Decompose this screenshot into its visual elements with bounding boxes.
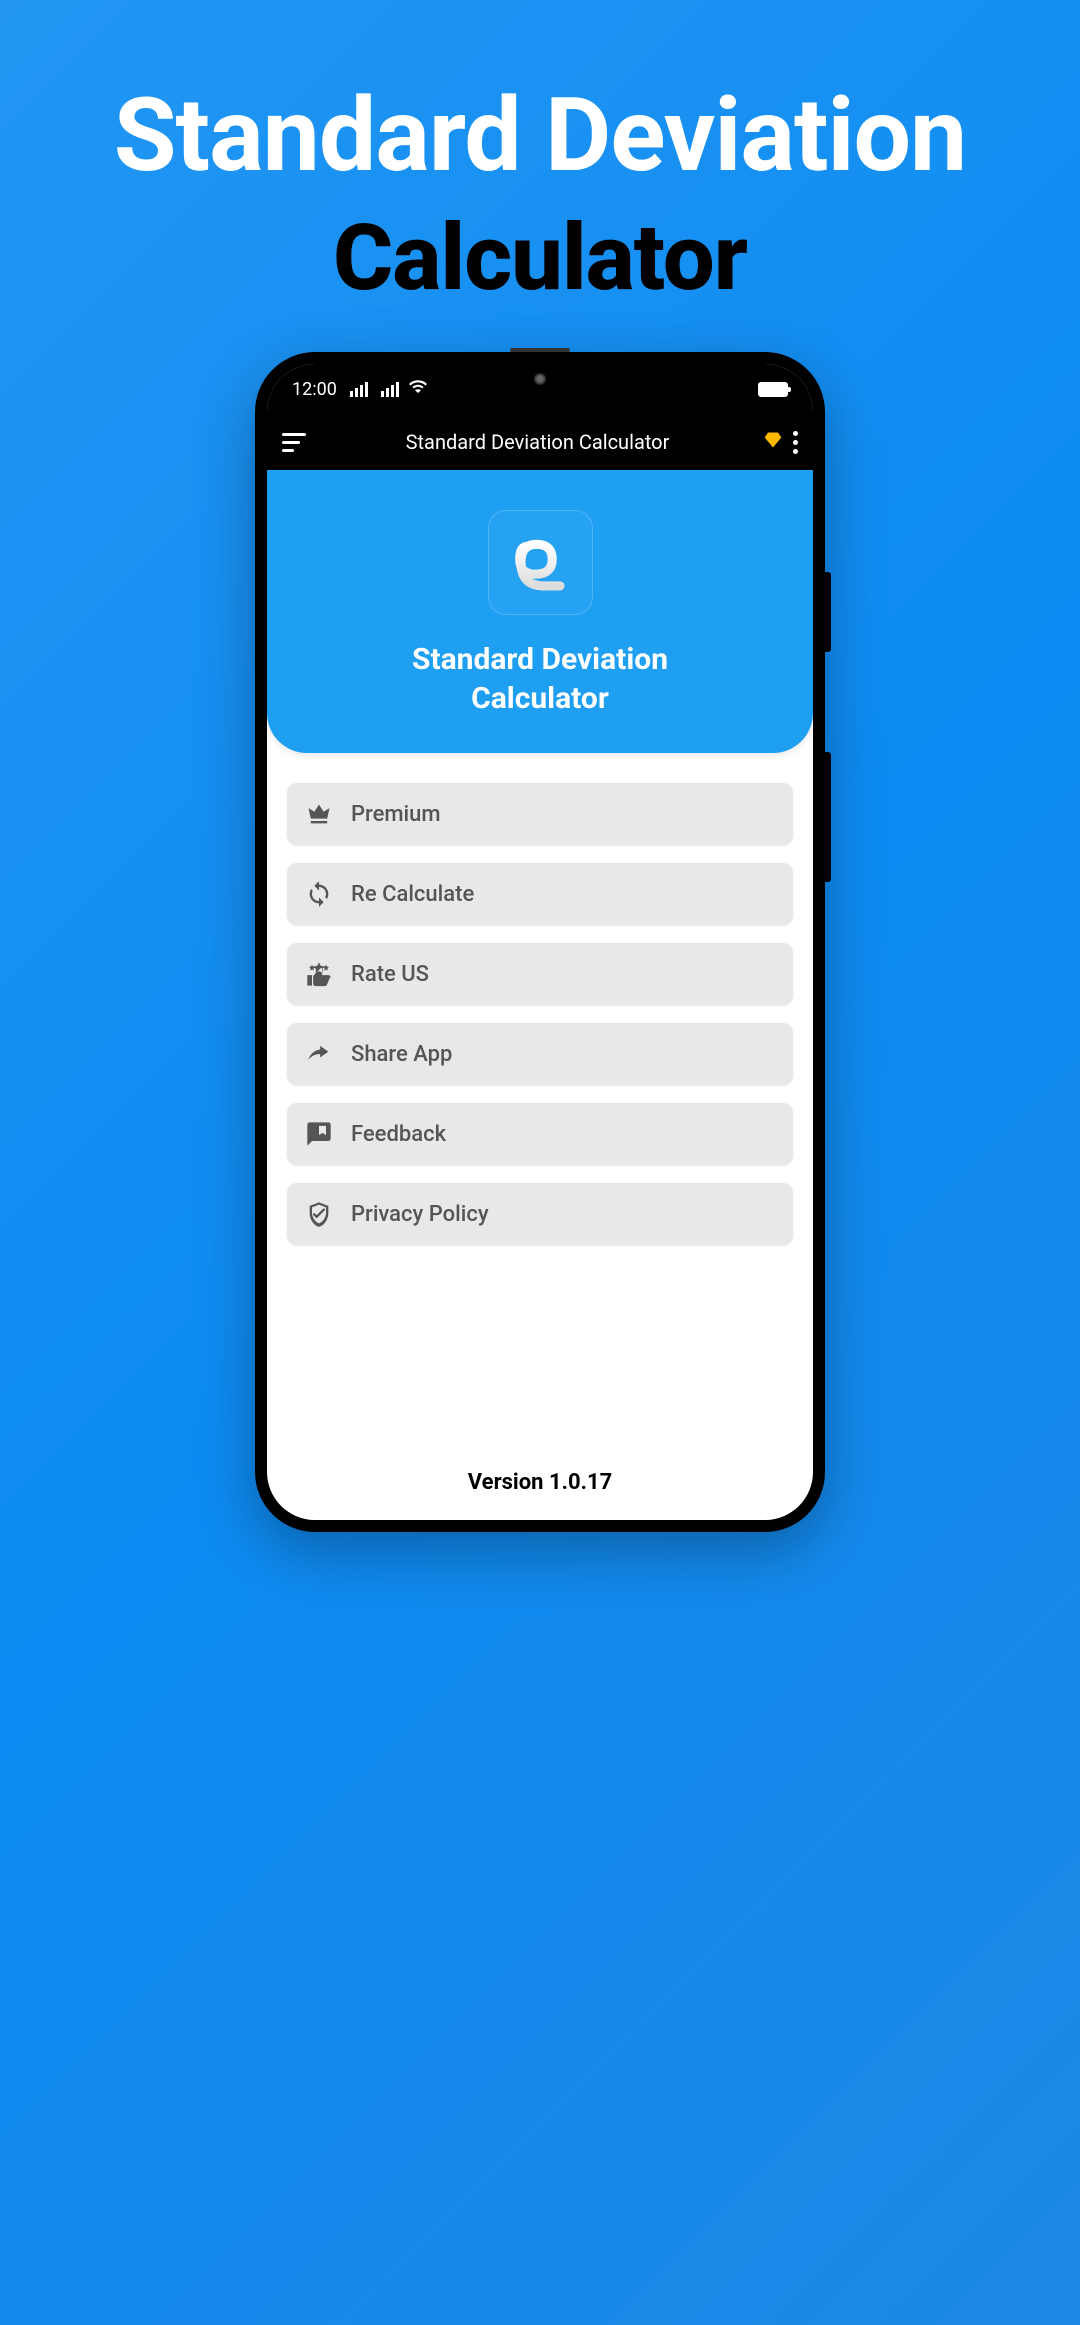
feedback-icon xyxy=(305,1120,333,1148)
menu-label: Privacy Policy xyxy=(351,1202,489,1227)
more-options-button[interactable] xyxy=(793,431,798,454)
hero-section: Standard Deviation Calculator xyxy=(267,470,813,753)
menu-list: Premium Re Calculate Rate US Share App xyxy=(267,753,813,1283)
menu-item-rate[interactable]: Rate US xyxy=(287,943,793,1005)
menu-item-premium[interactable]: Premium xyxy=(287,783,793,845)
menu-item-share[interactable]: Share App xyxy=(287,1023,793,1085)
shield-icon xyxy=(305,1200,333,1228)
version-label: Version 1.0.17 xyxy=(267,1470,813,1495)
app-bar: Standard Deviation Calculator xyxy=(267,414,813,470)
hero-title: Standard Deviation Calculator xyxy=(287,640,793,718)
menu-label: Rate US xyxy=(351,962,429,987)
promo-line1: Standard Deviation xyxy=(0,75,1080,195)
battery-icon xyxy=(758,382,788,397)
rate-icon xyxy=(305,960,333,988)
sigma-icon xyxy=(488,510,593,615)
menu-label: Feedback xyxy=(351,1122,446,1147)
refresh-icon xyxy=(305,880,333,908)
menu-label: Premium xyxy=(351,802,441,827)
share-icon xyxy=(305,1040,333,1068)
phone-screen: 12:00 Standard Deviation Calculator xyxy=(267,364,813,1520)
menu-item-privacy[interactable]: Privacy Policy xyxy=(287,1183,793,1245)
signal-icon xyxy=(350,382,368,397)
menu-item-recalculate[interactable]: Re Calculate xyxy=(287,863,793,925)
premium-icon[interactable] xyxy=(763,430,783,454)
phone-frame: 12:00 Standard Deviation Calculator xyxy=(255,352,825,1532)
menu-label: Re Calculate xyxy=(351,882,474,907)
phone-notch xyxy=(470,364,610,394)
crown-icon xyxy=(305,800,333,828)
promo-line2: Calculator xyxy=(0,205,1080,312)
wifi-icon xyxy=(409,378,427,401)
signal-icon xyxy=(381,382,399,397)
status-time: 12:00 xyxy=(292,379,337,400)
app-bar-title: Standard Deviation Calculator xyxy=(312,430,763,454)
menu-label: Share App xyxy=(351,1042,452,1067)
menu-button[interactable] xyxy=(282,433,312,452)
promo-title: Standard Deviation Calculator xyxy=(0,0,1080,312)
menu-item-feedback[interactable]: Feedback xyxy=(287,1103,793,1165)
